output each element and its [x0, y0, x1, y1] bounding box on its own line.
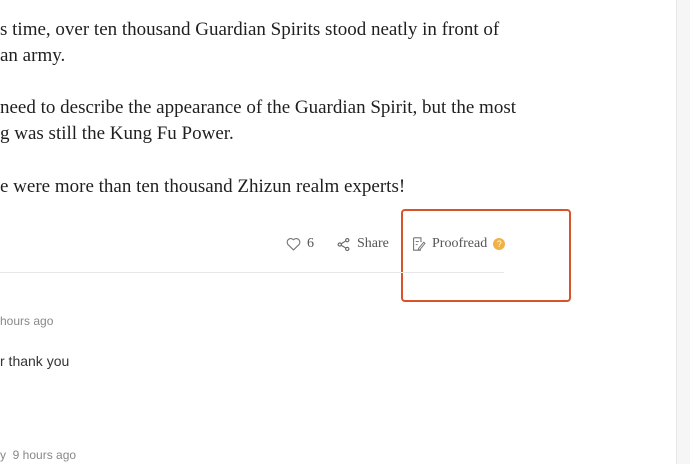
like-count: 6	[307, 236, 314, 251]
chapter-paragraph: e were more than ten thousand Zhizun rea…	[0, 174, 520, 200]
paragraph-line: an army.	[0, 45, 66, 66]
heart-icon	[286, 237, 301, 251]
share-icon	[336, 237, 351, 252]
comment-meta: y 9 hours ago	[0, 448, 77, 462]
scrollbar-track[interactable]	[676, 0, 690, 464]
comment-meta: hours ago	[0, 314, 54, 328]
paragraph-line: s time, over ten thousand Guardian Spiri…	[0, 19, 500, 40]
share-label: Share	[357, 236, 389, 251]
chapter-paragraph: need to describe the appearance of the G…	[0, 95, 520, 147]
paragraph-line: e were more than ten thousand Zhizun rea…	[0, 176, 406, 197]
comment-text: r thank you	[0, 353, 70, 369]
divider	[0, 272, 504, 273]
share-button[interactable]: Share	[336, 236, 389, 252]
chapter-paragraph: s time, over ten thousand Guardian Spiri…	[0, 17, 520, 69]
paragraph-line: g was still the Kung Fu Power.	[0, 123, 234, 144]
like-button[interactable]: 6	[286, 236, 314, 252]
paragraph-line: need to describe the appearance of the G…	[0, 97, 516, 118]
highlight-box	[401, 209, 571, 302]
